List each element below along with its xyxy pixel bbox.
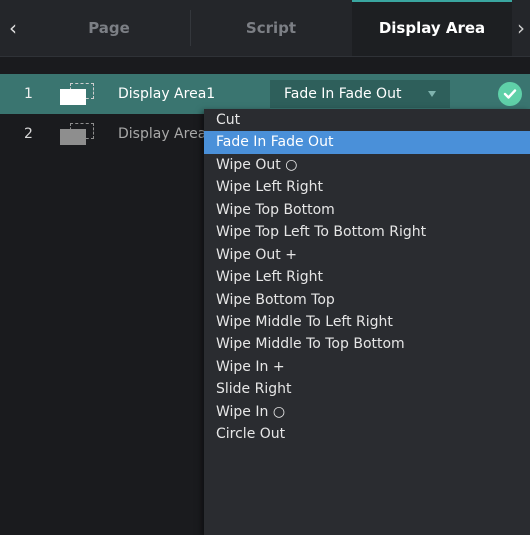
dropdown-item[interactable]: Wipe Out ○ (204, 154, 530, 176)
display-area-name: Display Area1 (118, 86, 216, 102)
dropdown-item[interactable]: Slide Right (204, 378, 530, 400)
tab-bar: ‹ Page Script Display Area › (0, 0, 530, 57)
dropdown-item[interactable]: Wipe Middle To Left Right (204, 311, 530, 333)
effect-dropdown-menu[interactable]: Cut Fade In Fade Out Wipe Out ○ Wipe Lef… (204, 109, 530, 535)
effect-select[interactable]: Fade In Fade Out (270, 80, 450, 108)
dropdown-item[interactable]: Wipe Bottom Top (204, 289, 530, 311)
tab-display-area[interactable]: Display Area (352, 0, 512, 56)
row-index: 1 (24, 86, 33, 102)
dropdown-item[interactable]: Wipe In + (204, 356, 530, 378)
check-circle-icon[interactable] (498, 82, 522, 106)
caret-down-icon (428, 91, 436, 97)
effect-select-value: Fade In Fade Out (284, 86, 402, 102)
dropdown-item[interactable]: Circle Out (204, 423, 530, 445)
chevron-left-icon[interactable]: ‹ (0, 0, 26, 56)
tab-page[interactable]: Page (28, 0, 190, 56)
display-area-icon (60, 83, 94, 105)
display-area-icon (60, 123, 94, 145)
tab-script[interactable]: Script (190, 0, 352, 56)
dropdown-item[interactable]: Wipe Middle To Top Bottom (204, 333, 530, 355)
display-area-name: Display Area2 (118, 126, 216, 142)
chevron-right-icon[interactable]: › (512, 0, 530, 56)
dropdown-item[interactable]: Cut (204, 109, 530, 131)
dropdown-item[interactable]: Wipe Left Right (204, 176, 530, 198)
dropdown-item[interactable]: Wipe Left Right (204, 266, 530, 288)
row-index: 2 (24, 126, 33, 142)
dropdown-item[interactable]: Wipe Top Left To Bottom Right (204, 221, 530, 243)
dropdown-item[interactable]: Wipe Top Bottom (204, 199, 530, 221)
dropdown-item-selected[interactable]: Fade In Fade Out (204, 131, 530, 154)
dropdown-item[interactable]: Wipe In ○ (204, 401, 530, 423)
dropdown-item[interactable]: Wipe Out + (204, 244, 530, 266)
display-area-row[interactable]: 1 Display Area1 Fade In Fade Out (0, 74, 530, 114)
